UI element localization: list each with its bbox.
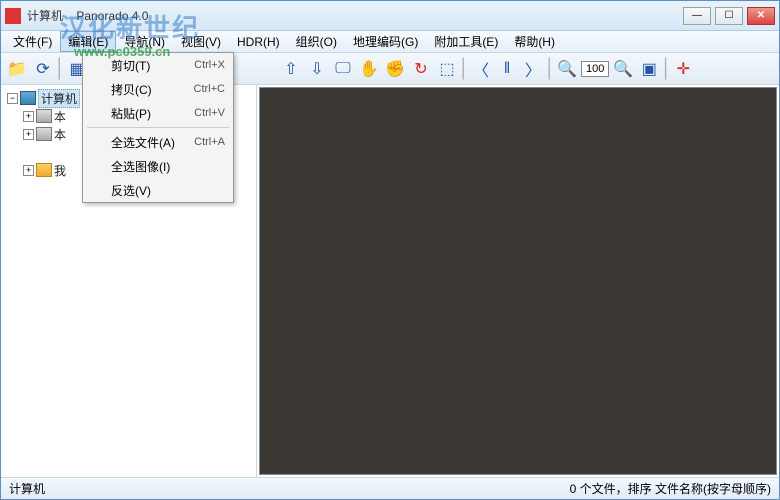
minimize-button[interactable]: — [683,7,711,25]
window-title: 计算机 Panorado 4.0 [27,7,683,24]
title-prefix: 计算机 [27,9,63,23]
status-right: 0 个文件，排序 文件名称(按字母顺序) [570,480,771,497]
titlebar: 计算机 Panorado 4.0 — ☐ ✕ [1,1,779,31]
compass-icon[interactable]: ✛ [671,57,695,81]
tree-collapse-icon[interactable]: − [7,93,18,104]
menu-item-shortcut: Ctrl+A [194,136,225,148]
folder-icon [36,163,52,177]
menu-select-all-images[interactable]: 全选图像(I) [83,154,233,178]
menu-copy[interactable]: 拷贝(C) Ctrl+C [83,77,233,101]
menu-help[interactable]: 帮助(H) [506,31,563,52]
menu-paste[interactable]: 粘贴(P) Ctrl+V [83,101,233,125]
close-button[interactable]: ✕ [747,7,775,25]
rotate-icon[interactable]: ↻ [409,57,433,81]
computer-icon [20,91,36,105]
tree-expand-icon[interactable]: + [23,111,34,122]
drive-icon [36,127,52,141]
menu-select-all-files[interactable]: 全选文件(A) Ctrl+A [83,130,233,154]
menu-org[interactable]: 组织(O) [288,31,345,52]
menu-item-label: 全选图像(I) [111,158,225,175]
zoom-in-icon[interactable]: 🔍 [611,57,635,81]
window-controls: — ☐ ✕ [683,7,775,25]
menu-item-label: 粘贴(P) [111,105,194,122]
zoom-out-icon[interactable]: 🔍 [555,57,579,81]
menu-hdr[interactable]: HDR(H) [229,33,288,51]
menu-nav[interactable]: 导航(N) [116,31,173,52]
menu-geo[interactable]: 地理编码(G) [345,31,426,52]
menu-edit[interactable]: 编辑(E) [60,31,116,52]
prev-icon[interactable]: 〈 [469,57,493,81]
tree-label[interactable]: 本 [54,126,66,143]
separator-icon: │ [663,57,669,81]
menu-item-label: 反选(V) [111,182,225,199]
grab-icon[interactable]: ✊ [383,57,407,81]
menu-item-label: 全选文件(A) [111,134,194,151]
menu-view[interactable]: 视图(V) [173,31,229,52]
zoom-value[interactable]: 100 [581,61,609,77]
pano-icon[interactable]: ⬚ [435,57,459,81]
next-icon[interactable]: 〉 [521,57,545,81]
tree-label[interactable]: 我 [54,162,66,179]
tree-label[interactable]: 本 [54,108,66,125]
title-app: Panorado 4.0 [76,9,148,23]
image-viewer[interactable] [259,87,777,475]
menu-item-label: 剪切(T) [111,57,194,74]
separator-icon: │ [57,57,63,81]
arrow-up-icon[interactable]: ⇧ [279,57,303,81]
menu-item-shortcut: Ctrl+V [194,107,225,119]
hand-icon[interactable]: ✋ [357,57,381,81]
menu-item-shortcut: Ctrl+X [194,59,225,71]
app-icon [5,8,21,24]
edit-dropdown: 剪切(T) Ctrl+X 拷贝(C) Ctrl+C 粘贴(P) Ctrl+V 全… [82,52,234,203]
menu-cut[interactable]: 剪切(T) Ctrl+X [83,53,233,77]
menu-separator [87,127,229,128]
separator-icon: │ [461,57,467,81]
menu-invert-selection[interactable]: 反选(V) [83,178,233,202]
menu-item-label: 拷贝(C) [111,81,194,98]
menu-item-shortcut: Ctrl+C [194,83,225,95]
status-left: 计算机 [9,480,570,497]
tree-label-root[interactable]: 计算机 [38,89,80,108]
menu-tools[interactable]: 附加工具(E) [426,31,506,52]
drive-icon [36,109,52,123]
fit-icon[interactable]: ▣ [637,57,661,81]
folder-up-icon[interactable]: 📁 [5,57,29,81]
tree-expand-icon[interactable]: + [23,129,34,140]
menu-file[interactable]: 文件(F) [5,31,60,52]
tree-expand-icon[interactable]: + [23,165,34,176]
statusbar: 计算机 0 个文件，排序 文件名称(按字母顺序) [1,477,779,499]
refresh-icon[interactable]: ⟳ [31,57,55,81]
arrow-down-icon[interactable]: ⇩ [305,57,329,81]
maximize-button[interactable]: ☐ [715,7,743,25]
monitor-icon[interactable]: 🖵 [331,57,355,81]
separator-icon: │ [547,57,553,81]
menubar: 文件(F) 编辑(E) 导航(N) 视图(V) HDR(H) 组织(O) 地理编… [1,31,779,53]
pause-icon[interactable]: ‖ [495,57,519,81]
